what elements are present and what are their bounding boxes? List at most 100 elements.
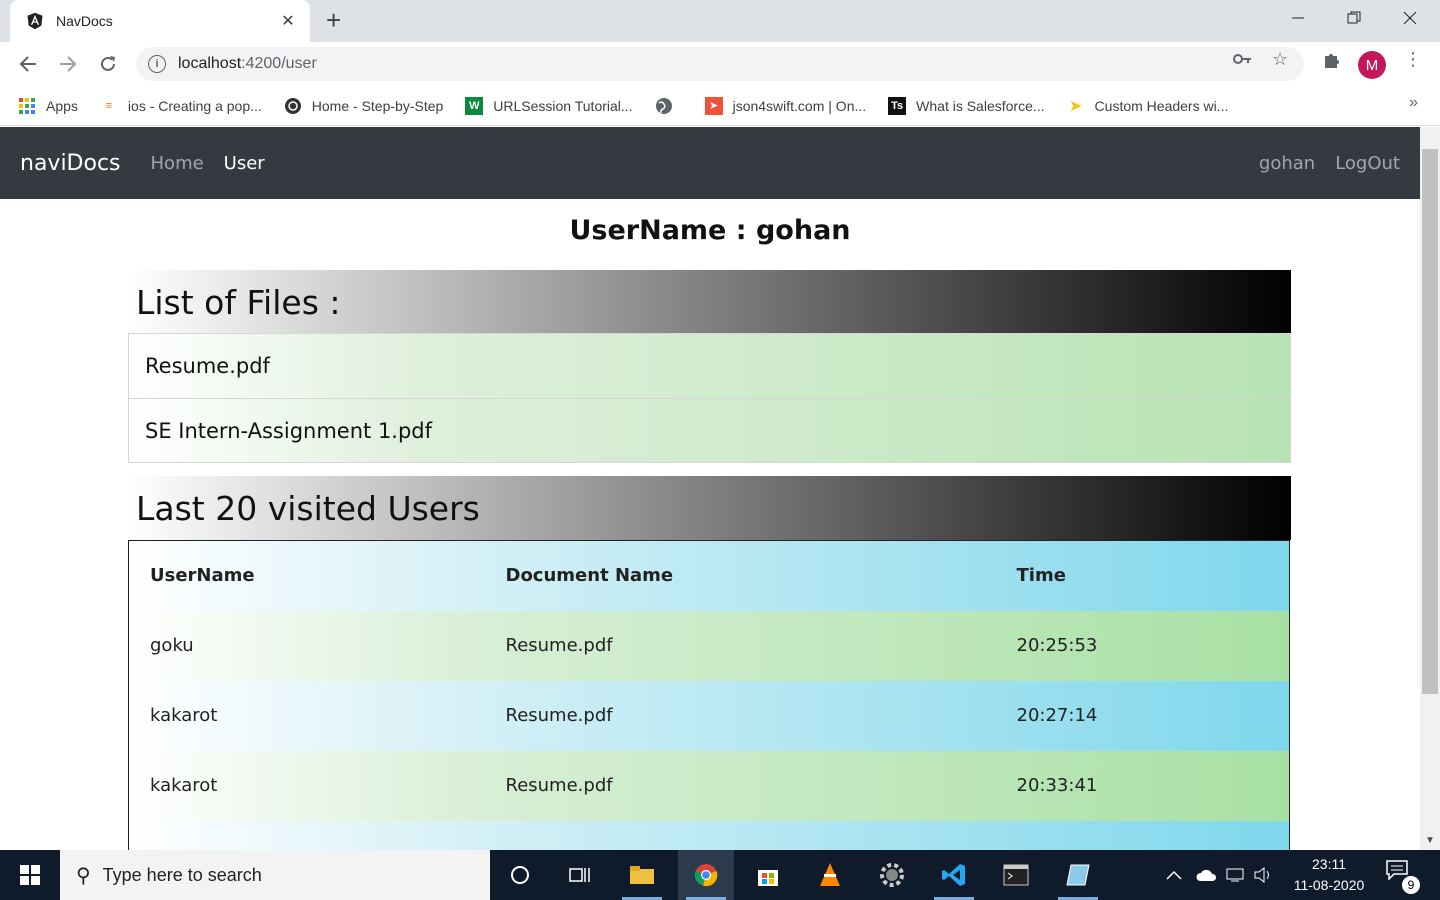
back-button[interactable] — [14, 50, 42, 78]
bookmark-label: URLSession Tutorial... — [493, 97, 633, 114]
bookmark-label: Home - Step-by-Step — [311, 97, 444, 114]
close-window-button[interactable] — [1382, 0, 1438, 36]
bookmark-ios-popup[interactable]: ≡ ios - Creating a pop... — [100, 97, 262, 115]
forward-arrow-icon — [60, 56, 77, 72]
visited-users-table: UserName Document Name Time goku Resume.… — [128, 540, 1290, 850]
profile-avatar[interactable]: M — [1358, 51, 1386, 79]
globe-icon — [655, 97, 673, 115]
restore-button[interactable] — [1326, 0, 1382, 36]
users-heading: Last 20 visited Users — [128, 476, 1291, 540]
swift-icon: ➤ — [704, 96, 723, 115]
more-bookmarks-icon[interactable]: » — [1409, 94, 1418, 112]
table-row-partial — [128, 820, 1290, 851]
taskbar-search-placeholder: Type here to search — [102, 864, 262, 885]
cell-empty — [129, 821, 485, 851]
nav-link-logout[interactable]: LogOut — [1335, 153, 1400, 174]
file-item[interactable]: Resume.pdf — [129, 334, 1290, 398]
settings-gear-icon[interactable] — [864, 850, 920, 900]
bookmark-star-icon[interactable]: ☆ — [1272, 49, 1288, 70]
file-item[interactable]: SE Intern-Assignment 1.pdf — [129, 398, 1290, 462]
url-host: localhost — [178, 55, 242, 72]
bookmark-urlsession[interactable]: W URLSession Tutorial... — [465, 96, 633, 115]
onedrive-icon[interactable] — [1196, 850, 1218, 900]
browser-tab[interactable]: NavDocs ✕ — [10, 0, 310, 42]
bookmark-custom-headers[interactable]: ➤ Custom Headers wi... — [1067, 97, 1229, 115]
terminal-icon[interactable] — [988, 850, 1044, 900]
show-hidden-icons[interactable] — [1166, 850, 1182, 900]
url-text[interactable]: localhost:4200/user — [178, 55, 317, 73]
clock-time: 23:11 — [1312, 856, 1346, 872]
cortana-icon[interactable] — [492, 850, 548, 900]
clock-date: 11-08-2020 — [1293, 877, 1365, 893]
cell-username: kakarot — [150, 705, 218, 726]
network-icon[interactable] — [1226, 850, 1246, 900]
nav-link-home[interactable]: Home — [151, 153, 204, 174]
page-viewport: naviDocs Home User gohan LogOut UserName… — [0, 127, 1420, 850]
restore-icon — [1347, 11, 1361, 24]
vscode-icon[interactable] — [926, 850, 982, 900]
notepad-icon[interactable] — [1050, 850, 1106, 900]
close-tab-icon[interactable]: ✕ — [278, 11, 298, 31]
bookmark-label: ios - Creating a pop... — [127, 97, 262, 114]
address-bar[interactable]: i localhost:4200/user — [136, 47, 1304, 81]
page-scrollbar[interactable]: ▼ — [1420, 127, 1440, 850]
table-row: kakarot Resume.pdf 20:33:41 — [128, 750, 1290, 821]
files-heading-text: List of Files : — [136, 282, 341, 322]
back-arrow-icon — [19, 56, 36, 72]
apps-grid-icon — [18, 97, 36, 115]
new-tab-button[interactable]: + — [326, 7, 341, 33]
menu-kebab-icon[interactable]: ⋮ — [1404, 49, 1422, 70]
store-icon[interactable] — [740, 850, 796, 900]
cell-time: 20:25:53 — [1016, 635, 1098, 656]
tab-strip: NavDocs ✕ + — [0, 0, 1440, 42]
windows-taskbar: ⚲ Type here to search 23:11 11-08-2020 9 — [0, 850, 1440, 900]
bookmark-apps[interactable]: Apps — [18, 97, 78, 115]
cell-empty — [996, 821, 1290, 851]
bookmark-json4swift[interactable]: ➤ json4swift.com | On... — [704, 96, 866, 115]
bookmark-step-by-step[interactable]: Home - Step-by-Step — [284, 97, 444, 115]
notification-badge: 9 — [1402, 876, 1420, 894]
volume-icon[interactable] — [1254, 850, 1274, 900]
search-icon: ⚲ — [76, 864, 91, 887]
bookmark-label: Apps — [46, 97, 78, 114]
table-header-row: UserName Document Name Time — [128, 540, 1290, 611]
key-icon[interactable] — [1232, 49, 1252, 74]
bookmark-salesforce[interactable]: Ts What is Salesforce... — [888, 96, 1045, 115]
minimize-button[interactable] — [1270, 0, 1326, 36]
cell-username: goku — [150, 635, 194, 656]
start-button[interactable] — [0, 850, 60, 900]
chrome-icon[interactable] — [678, 850, 734, 900]
users-heading-text: Last 20 visited Users — [136, 488, 480, 528]
scrollbar-thumb[interactable] — [1422, 149, 1438, 694]
extensions-icon[interactable] — [1322, 49, 1342, 74]
file-list: Resume.pdf SE Intern-Assignment 1.pdf — [128, 333, 1291, 463]
cell-document: Resume.pdf — [505, 705, 613, 726]
system-clock[interactable]: 23:11 11-08-2020 — [1286, 854, 1372, 896]
site-info-icon[interactable]: i — [148, 55, 166, 73]
column-header-document: Document Name — [505, 565, 674, 587]
cell-username: kakarot — [150, 775, 218, 796]
typescript-icon: Ts — [888, 96, 907, 115]
rw-icon: W — [465, 96, 484, 115]
angular-icon — [27, 12, 43, 30]
minimize-icon — [1292, 17, 1304, 19]
url-path: :4200/user — [241, 55, 317, 72]
forward-button[interactable] — [54, 50, 82, 78]
navbar-right: gohan LogOut — [1239, 153, 1400, 174]
nav-link-user[interactable]: User — [224, 153, 265, 174]
reload-button[interactable] — [94, 50, 122, 78]
nav-link-username[interactable]: gohan — [1259, 153, 1315, 174]
vlc-icon[interactable] — [802, 850, 858, 900]
bookmark-label: What is Salesforce... — [916, 97, 1045, 114]
bookmark-globe[interactable] — [655, 97, 683, 115]
action-center-button[interactable]: 9 — [1386, 860, 1420, 894]
stackoverflow-icon: ≡ — [105, 99, 113, 112]
file-explorer-icon[interactable] — [614, 850, 670, 900]
table-row: kakarot Resume.pdf 20:27:14 — [128, 680, 1290, 751]
scroll-down-arrow-icon[interactable]: ▼ — [1425, 835, 1435, 846]
taskbar-search[interactable]: ⚲ Type here to search — [60, 850, 490, 900]
navbar-brand[interactable]: naviDocs — [20, 151, 121, 176]
browser-toolbar: i localhost:4200/user ☆ ⋮ — [0, 42, 1440, 86]
task-view-icon[interactable] — [552, 850, 608, 900]
cell-empty — [485, 821, 996, 851]
